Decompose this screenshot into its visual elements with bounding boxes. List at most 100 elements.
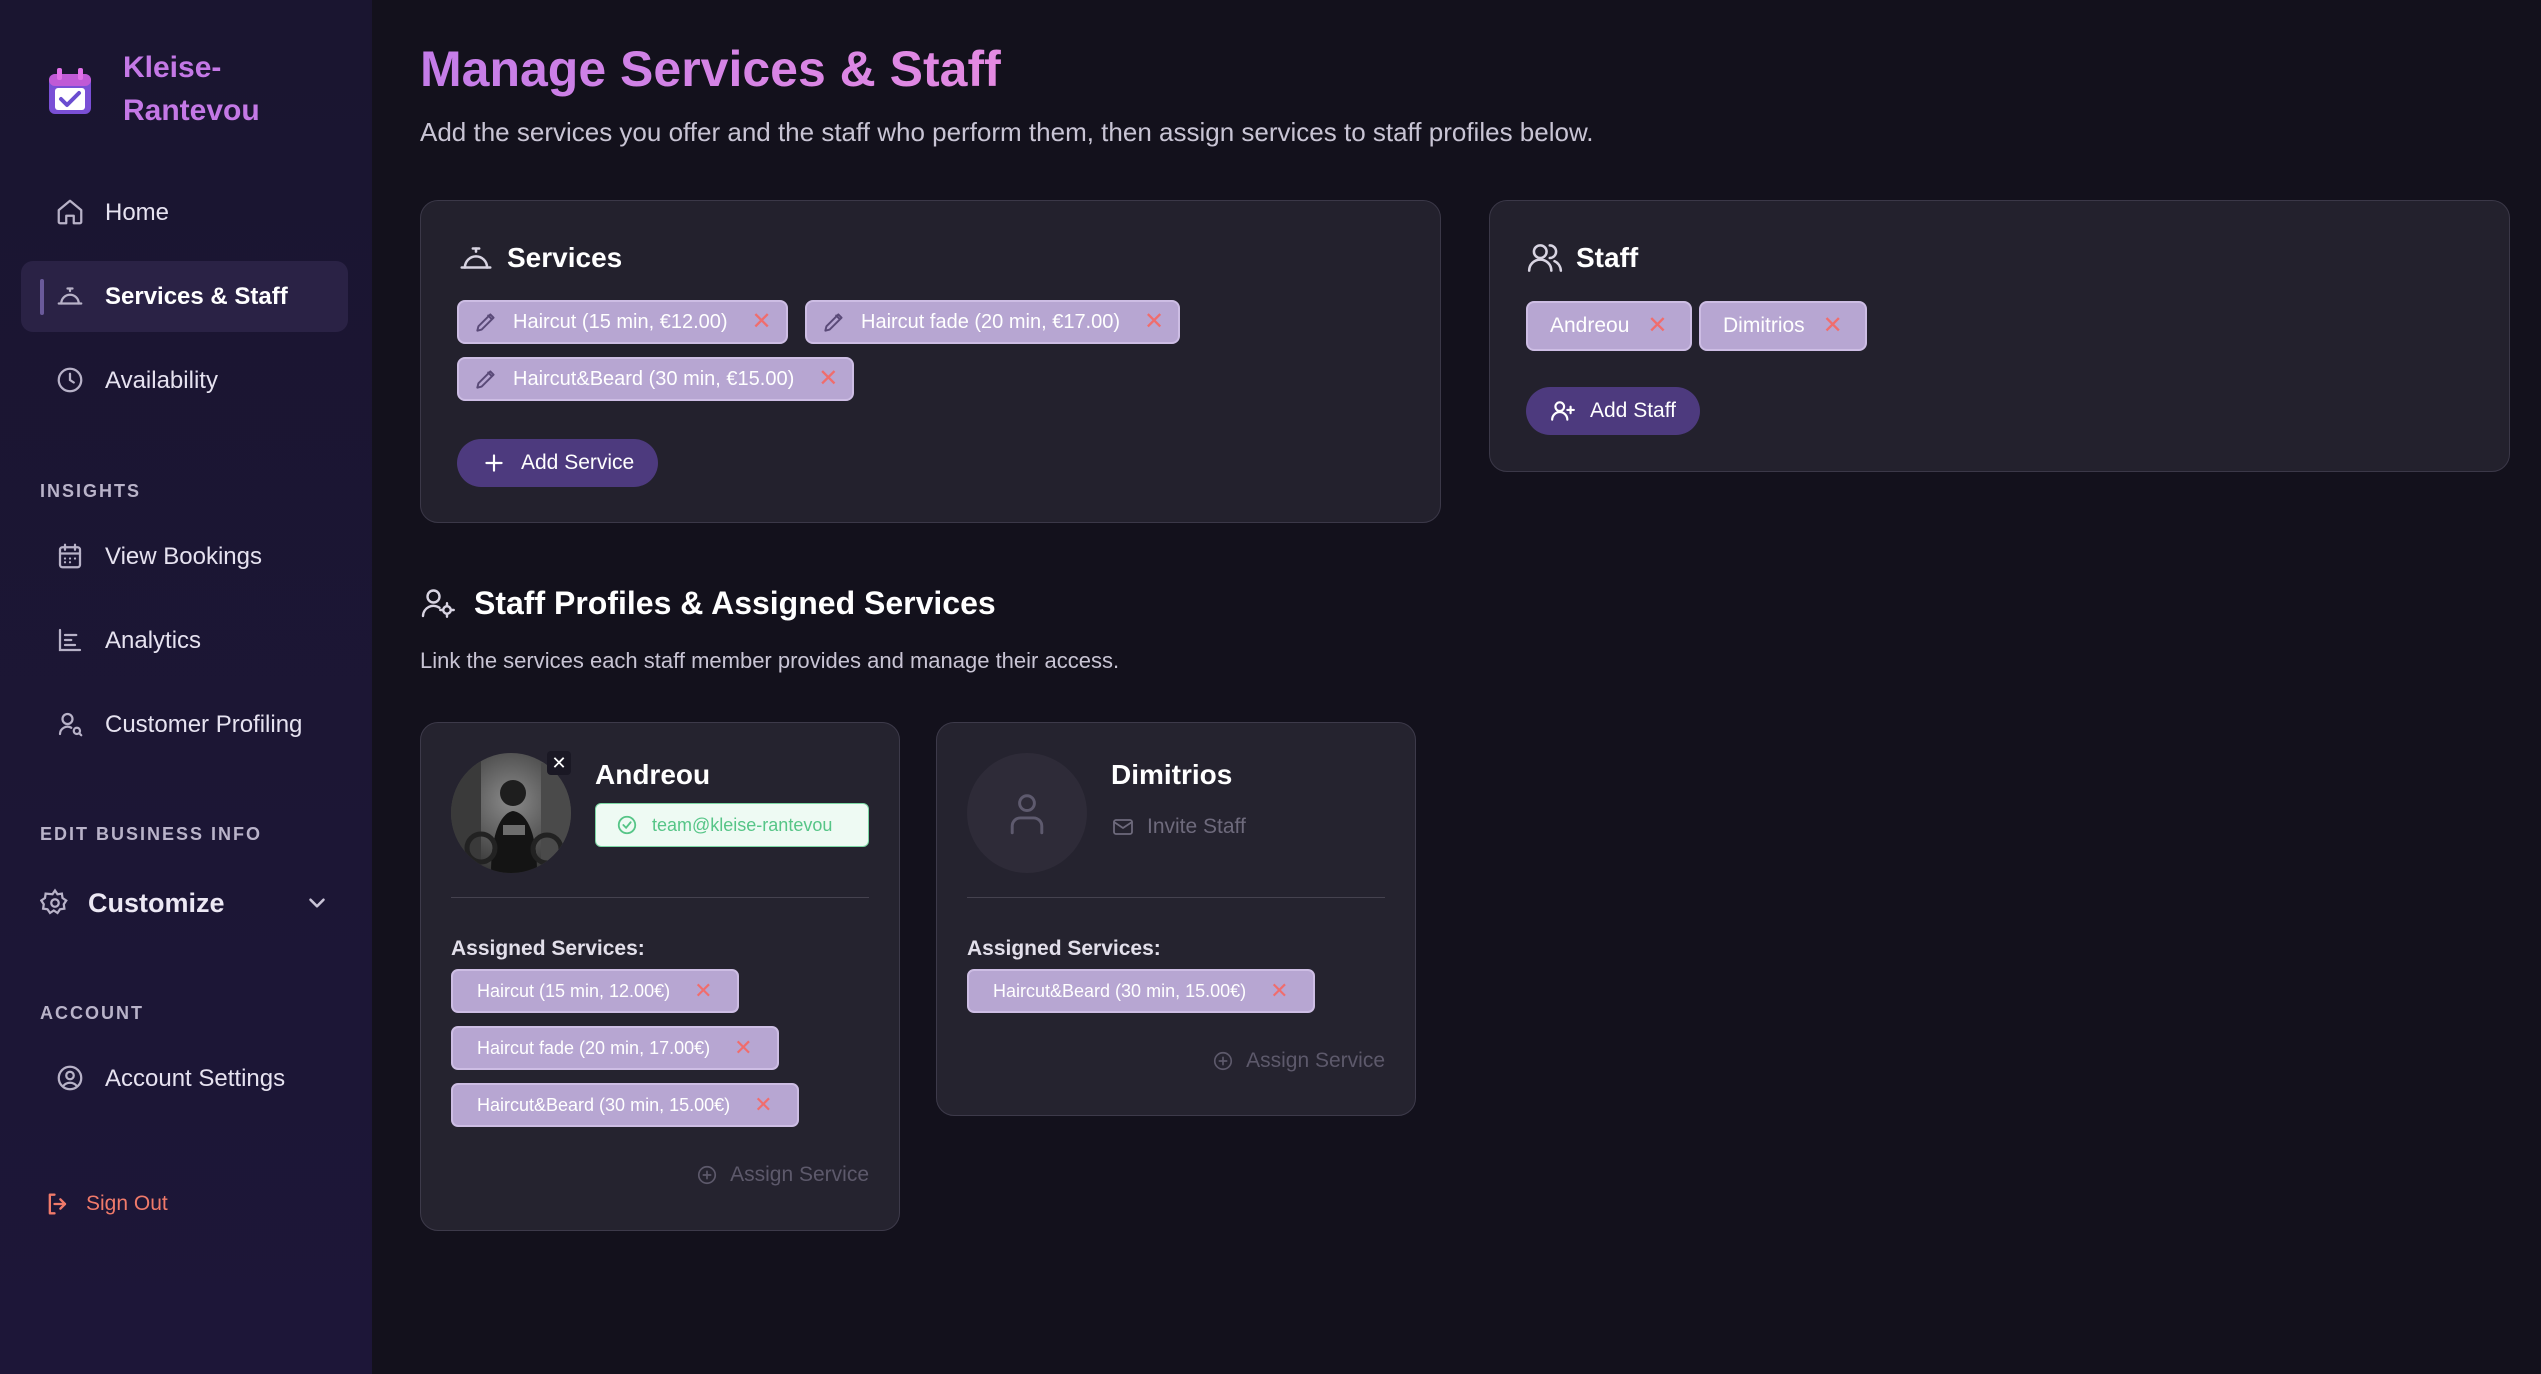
sidebar-item-label: View Bookings bbox=[105, 542, 262, 570]
staff-profiles-subtitle: Link the services each staff member prov… bbox=[420, 648, 1120, 673]
staff-card: Staff Andreou ✕ Dimitrios ✕ Add Staff bbox=[1489, 200, 2510, 472]
staff-title-text: Staff bbox=[1576, 242, 1639, 273]
divider bbox=[451, 897, 869, 898]
assign-service-label: Assign Service bbox=[730, 1163, 869, 1186]
assign-service-label: Assign Service bbox=[1246, 1049, 1385, 1072]
sidebar-item-label: Customer Profiling bbox=[105, 710, 303, 738]
assigned-services-label: Assigned Services: bbox=[451, 937, 645, 960]
user-search-icon bbox=[55, 709, 85, 739]
remove-icon[interactable]: ✕ bbox=[752, 310, 772, 334]
staff-name: Andreou bbox=[595, 759, 711, 790]
page-subtitle: Add the services you offer and the staff… bbox=[420, 117, 1594, 147]
plus-icon bbox=[485, 454, 503, 472]
sidebar-item-customer-profiling[interactable]: Customer Profiling bbox=[21, 689, 348, 760]
invite-staff-button[interactable]: Invite Staff bbox=[1111, 815, 1246, 839]
remove-photo-icon[interactable]: ✕ bbox=[547, 751, 571, 775]
remove-icon[interactable]: ✕ bbox=[1144, 310, 1164, 334]
sidebar-item-availability[interactable]: Availability bbox=[21, 345, 348, 416]
service-chip[interactable]: Haircut (15 min, €12.00) ✕ bbox=[457, 300, 788, 344]
staff-profiles-title-text: Staff Profiles & Assigned Services bbox=[474, 585, 996, 621]
service-chip-label: Haircut (15 min, €12.00) bbox=[513, 310, 728, 333]
assigned-service-chip[interactable]: Haircut fade (20 min, 17.00€) ✕ bbox=[451, 1026, 779, 1070]
assign-service-button[interactable]: Assign Service bbox=[1212, 1049, 1385, 1073]
service-chip[interactable]: Haircut&Beard (30 min, €15.00) ✕ bbox=[457, 357, 855, 401]
sidebar-item-account-settings[interactable]: Account Settings bbox=[21, 1043, 348, 1114]
assigned-service-chip[interactable]: Haircut (15 min, 12.00€) ✕ bbox=[451, 969, 739, 1013]
remove-icon[interactable]: ✕ bbox=[1270, 980, 1288, 1002]
sidebar-item-label: Analytics bbox=[105, 626, 202, 654]
users-icon bbox=[1527, 244, 1563, 272]
sidebar-item-analytics[interactable]: Analytics bbox=[21, 605, 348, 676]
sign-out-button[interactable]: Sign Out bbox=[44, 1190, 168, 1218]
user-plus-icon bbox=[1551, 401, 1575, 421]
services-title-text: Services bbox=[507, 242, 623, 273]
pencil-icon[interactable] bbox=[821, 309, 847, 335]
customize-dropdown[interactable]: Customize bbox=[40, 878, 330, 928]
clock-icon bbox=[55, 365, 85, 395]
remove-icon[interactable]: ✕ bbox=[754, 1094, 772, 1116]
sidebar-item-view-bookings[interactable]: View Bookings bbox=[21, 521, 348, 592]
assigned-service-label: Haircut&Beard (30 min, 15.00€) bbox=[477, 1094, 731, 1115]
page-title: Manage Services & Staff bbox=[420, 41, 1001, 97]
staff-email: team@kleise-rantevou bbox=[652, 814, 833, 835]
check-circle-icon bbox=[617, 815, 637, 835]
invite-staff-label: Invite Staff bbox=[1147, 815, 1246, 838]
staff-profile-card-andreou: ✕ Andreou team@kleise-rantevou Assigned … bbox=[420, 722, 900, 1231]
plus-circle-icon bbox=[698, 1165, 717, 1185]
section-title-account: ACCOUNT bbox=[40, 1003, 144, 1023]
assigned-service-chip[interactable]: Haircut&Beard (30 min, 15.00€) ✕ bbox=[967, 969, 1315, 1013]
calendar-check-logo-icon bbox=[49, 68, 91, 114]
sidebar-item-services-staff[interactable]: Services & Staff bbox=[21, 261, 348, 332]
staff-profiles-title: Staff Profiles & Assigned Services bbox=[420, 585, 996, 622]
add-staff-button[interactable]: Add Staff bbox=[1526, 387, 1701, 435]
divider bbox=[967, 897, 1385, 898]
remove-icon[interactable]: ✕ bbox=[694, 980, 712, 1002]
pencil-icon[interactable] bbox=[473, 309, 499, 335]
brand-name: Kleise-Rantevou bbox=[123, 51, 260, 127]
service-bell-icon bbox=[460, 247, 492, 269]
staff-card-title: Staff bbox=[1526, 239, 1638, 277]
assigned-service-label: Haircut (15 min, 12.00€) bbox=[477, 980, 671, 1001]
user-circle-icon bbox=[55, 1063, 85, 1093]
mail-icon bbox=[1113, 819, 1133, 835]
services-card: Services Haircut (15 min, €12.00) ✕ Hair… bbox=[420, 200, 1441, 523]
service-chip-label: Haircut&Beard (30 min, €15.00) bbox=[513, 367, 795, 390]
remove-icon[interactable]: ✕ bbox=[818, 367, 838, 391]
avatar-placeholder[interactable] bbox=[967, 753, 1087, 873]
remove-icon[interactable]: ✕ bbox=[734, 1037, 752, 1059]
add-staff-label: Add Staff bbox=[1590, 399, 1677, 422]
assigned-service-label: Haircut&Beard (30 min, 15.00€) bbox=[993, 980, 1247, 1001]
brand[interactable]: Kleise-Rantevou bbox=[47, 46, 323, 132]
staff-profile-card-dimitrios: Dimitrios Invite Staff Assigned Services… bbox=[936, 722, 1416, 1116]
sidebar-item-label: Availability bbox=[105, 366, 218, 394]
services-card-title: Services bbox=[457, 239, 622, 277]
gear-icon bbox=[40, 888, 68, 915]
bar-chart-icon bbox=[55, 625, 85, 655]
remove-icon[interactable]: ✕ bbox=[1647, 314, 1667, 338]
section-title-edit-business-info: EDIT BUSINESS INFO bbox=[40, 824, 263, 844]
user-icon bbox=[1010, 794, 1044, 835]
service-chip[interactable]: Haircut fade (20 min, €17.00) ✕ bbox=[805, 300, 1181, 344]
sidebar-item-label: Services & Staff bbox=[105, 282, 288, 310]
pencil-icon[interactable] bbox=[473, 366, 499, 392]
sign-out-label: Sign Out bbox=[86, 1192, 168, 1215]
service-bell-icon bbox=[55, 281, 85, 311]
customize-label: Customize bbox=[88, 887, 225, 918]
staff-chip-label: Andreou bbox=[1550, 314, 1630, 337]
chevron-down-icon bbox=[309, 898, 325, 908]
staff-chip[interactable]: Dimitrios ✕ bbox=[1699, 301, 1867, 351]
add-service-button[interactable]: Add Service bbox=[457, 439, 659, 487]
email-verified-badge: team@kleise-rantevou bbox=[595, 803, 869, 847]
remove-icon[interactable]: ✕ bbox=[1823, 314, 1843, 338]
home-icon bbox=[55, 197, 85, 227]
logout-icon bbox=[48, 1193, 67, 1215]
sidebar: Kleise-Rantevou Home Services & Staff Av… bbox=[0, 0, 372, 1374]
section-title-insights: INSIGHTS bbox=[40, 481, 142, 501]
assigned-service-chip[interactable]: Haircut&Beard (30 min, 15.00€) ✕ bbox=[451, 1083, 799, 1127]
service-chip-label: Haircut fade (20 min, €17.00) bbox=[861, 310, 1121, 333]
sidebar-item-home[interactable]: Home bbox=[21, 177, 348, 248]
staff-chip[interactable]: Andreou ✕ bbox=[1526, 301, 1692, 351]
assigned-service-label: Haircut fade (20 min, 17.00€) bbox=[477, 1037, 711, 1058]
assigned-services-label: Assigned Services: bbox=[967, 937, 1161, 960]
assign-service-button[interactable]: Assign Service bbox=[696, 1163, 869, 1187]
